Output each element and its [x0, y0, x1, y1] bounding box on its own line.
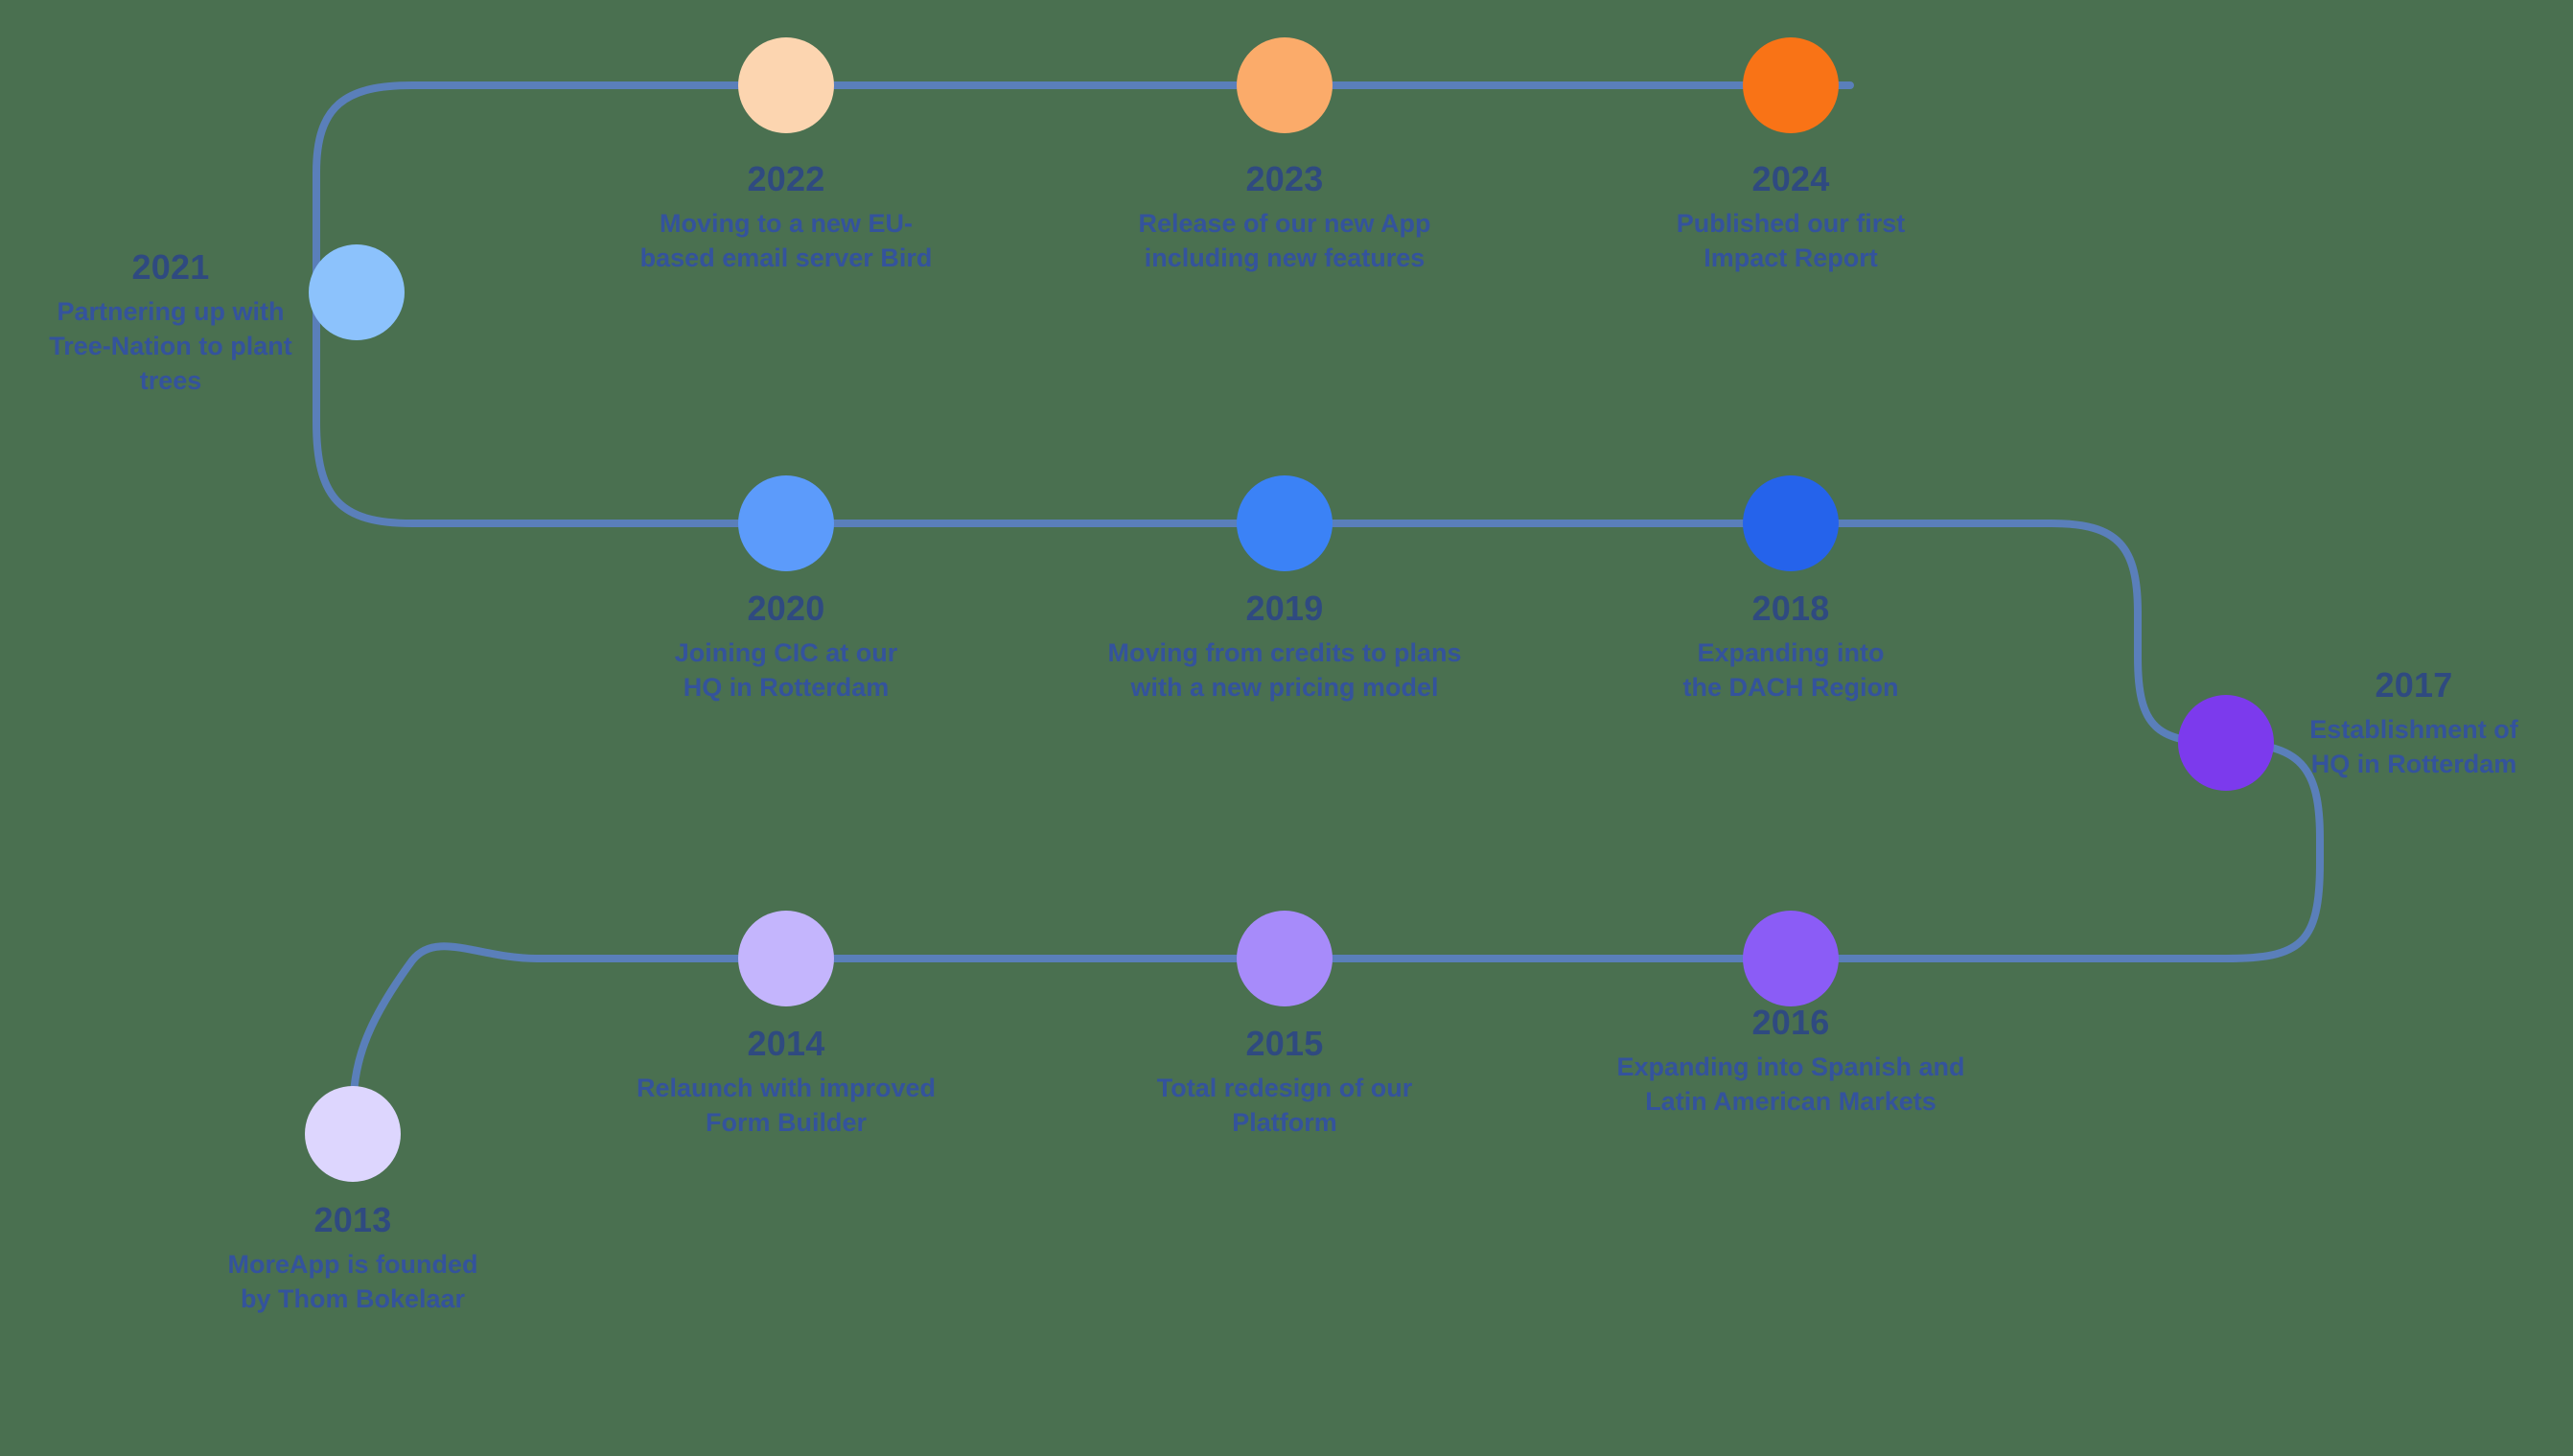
milestone-label-2018: 2018 Expanding into the DACH Region: [1589, 589, 1992, 705]
milestone-dot-2022[interactable]: [738, 37, 834, 133]
milestone-label-2016: 2016 Expanding into Spanish and Latin Amer…: [1532, 1003, 2050, 1120]
milestone-description-2018: Expanding into the DACH Region: [1682, 638, 1899, 703]
milestone-description-2020: Joining CIC at our HQ in Rotterdam: [674, 638, 898, 703]
milestone-year-2024: 2024: [1751, 159, 1830, 198]
milestone-description-2019: Moving from credits to plans with a new p…: [1107, 638, 1462, 703]
milestone-year-2023: 2023: [1245, 159, 1324, 198]
milestone-label-2020: 2020 Joining CIC at our HQ in Rotterdam: [575, 589, 997, 705]
milestone-year-2013: 2013: [313, 1200, 392, 1239]
milestone-year-2021: 2021: [131, 247, 210, 287]
milestone-dot-2013[interactable]: [305, 1086, 401, 1182]
milestone-label-2023: 2023 Release of our new App including new …: [1064, 159, 1505, 276]
milestone-label-2019: 2019 Moving from credits to plans with a n…: [1016, 589, 1553, 705]
timeline-infographic: 2013 MoreApp is founded by Thom Bokelaar 20…: [0, 0, 2573, 1456]
milestone-year-2015: 2015: [1245, 1024, 1324, 1063]
milestone-year-2020: 2020: [747, 589, 825, 628]
milestone-year-2016: 2016: [1751, 1003, 1830, 1042]
milestone-year-2019: 2019: [1245, 589, 1324, 628]
milestone-label-2013: 2013 MoreApp is founded by Thom Bokelaar: [151, 1200, 554, 1317]
milestone-dot-2020[interactable]: [738, 475, 834, 571]
milestone-dot-2016[interactable]: [1743, 911, 1839, 1006]
milestone-label-2021: 2021 Partnering up with Tree-Nation to pla…: [3, 247, 338, 398]
milestone-label-2015: 2015 Total redesign of our Platform: [1074, 1024, 1495, 1141]
milestone-description-2022: Moving to a new EU-based email server Bi…: [639, 209, 933, 273]
milestone-dot-2019[interactable]: [1237, 475, 1333, 571]
milestone-dot-2015[interactable]: [1237, 911, 1333, 1006]
milestone-year-2017: 2017: [2375, 665, 2453, 705]
milestone-description-2021: Partnering up with Tree-Nation to plant tr…: [49, 297, 292, 395]
milestone-description-2016: Expanding into Spanish and Latin American…: [1616, 1052, 1965, 1117]
milestone-dot-2018[interactable]: [1743, 475, 1839, 571]
milestone-description-2017: Establishment of HQ in Rotterdam: [2309, 715, 2518, 779]
milestone-description-2015: Total redesign of our Platform: [1156, 1074, 1413, 1138]
milestone-dot-2024[interactable]: [1743, 37, 1839, 133]
milestone-description-2014: Relaunch with improved Form Builder: [636, 1074, 937, 1138]
milestone-dot-2023[interactable]: [1237, 37, 1333, 133]
milestone-year-2018: 2018: [1751, 589, 1830, 628]
milestone-label-2022: 2022 Moving to a new EU-based email serve…: [566, 159, 1007, 276]
milestone-year-2014: 2014: [747, 1024, 825, 1063]
milestone-description-2023: Release of our new App including new feat…: [1138, 209, 1431, 273]
milestone-label-2017: 2017 Establishment of HQ in Rotterdam: [2232, 665, 2573, 782]
milestone-label-2014: 2014 Relaunch with improved Form Builder: [566, 1024, 1007, 1141]
milestone-description-2013: MoreApp is founded by Thom Bokelaar: [227, 1250, 478, 1314]
milestone-year-2022: 2022: [747, 159, 825, 198]
milestone-dot-2014[interactable]: [738, 911, 834, 1006]
milestone-description-2024: Published our first Impact Report: [1676, 209, 1906, 273]
milestone-label-2024: 2024 Published our first Impact Report: [1589, 159, 1992, 276]
